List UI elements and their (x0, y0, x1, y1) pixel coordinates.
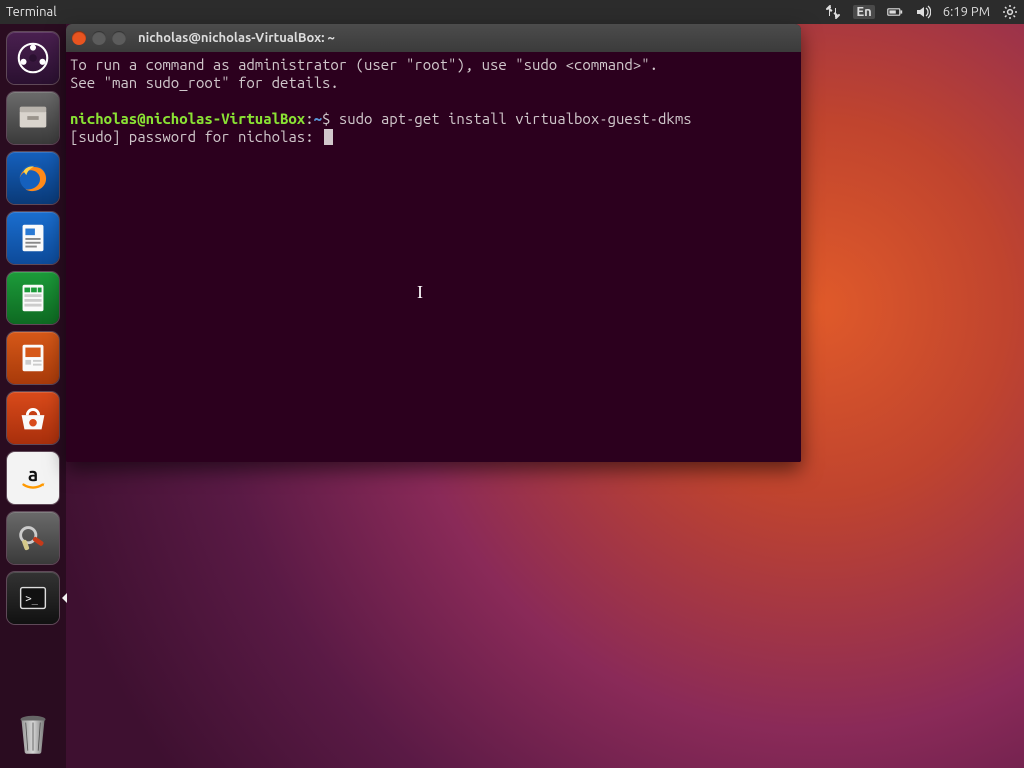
terminal-hint2: See "man sudo_root" for details. (70, 74, 339, 91)
terminal-window: nicholas@nicholas-VirtualBox: ~ To run a… (66, 24, 801, 462)
trash-icon[interactable] (7, 708, 59, 760)
firefox-icon[interactable] (7, 152, 59, 204)
terminal-body[interactable]: To run a command as administrator (user … (66, 52, 801, 462)
settings-icon[interactable] (7, 512, 59, 564)
text-caret-icon: I (417, 282, 423, 303)
prompt-userhost: nicholas@nicholas-VirtualBox (70, 110, 305, 127)
menu-bar: Terminal En 6:19 PM (0, 0, 1024, 24)
terminal-command: sudo apt-get install virtualbox-guest-dk… (339, 110, 692, 127)
terminal-title: nicholas@nicholas-VirtualBox: ~ (138, 31, 335, 45)
network-icon[interactable] (825, 4, 841, 20)
terminal-hint1: To run a command as administrator (user … (70, 56, 658, 73)
svg-text:a: a (28, 463, 38, 485)
writer-icon[interactable] (7, 212, 59, 264)
terminal-icon[interactable]: >_ (7, 572, 59, 624)
battery-icon[interactable] (887, 4, 903, 20)
amazon-icon[interactable]: a (7, 452, 59, 504)
gear-icon[interactable] (1002, 4, 1018, 20)
cursor-icon (324, 129, 333, 145)
prompt-path: ~ (314, 110, 322, 127)
indicator-area: En 6:19 PM (825, 4, 1018, 20)
maximize-icon[interactable] (112, 31, 126, 45)
keyboard-layout-indicator[interactable]: En (853, 5, 874, 19)
files-icon[interactable] (7, 92, 59, 144)
app-menu-title[interactable]: Terminal (6, 5, 57, 19)
impress-icon[interactable] (7, 332, 59, 384)
minimize-icon[interactable] (92, 31, 106, 45)
dash-icon[interactable] (7, 32, 59, 84)
launcher: a >_ (0, 24, 66, 768)
volume-icon[interactable] (915, 4, 931, 20)
software-center-icon[interactable] (7, 392, 59, 444)
close-icon[interactable] (72, 31, 86, 45)
svg-text:>_: >_ (25, 593, 38, 605)
calc-icon[interactable] (7, 272, 59, 324)
sudo-password-prompt: [sudo] password for nicholas: (70, 128, 322, 145)
terminal-titlebar[interactable]: nicholas@nicholas-VirtualBox: ~ (66, 24, 801, 52)
clock[interactable]: 6:19 PM (943, 5, 990, 19)
